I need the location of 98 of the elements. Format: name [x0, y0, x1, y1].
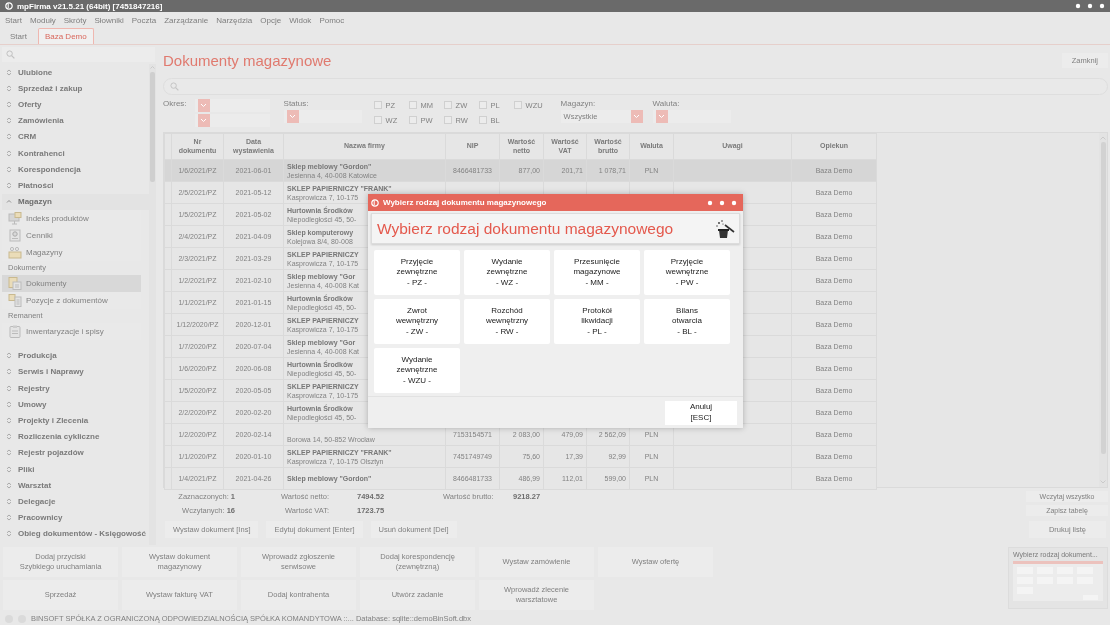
sidebar-section[interactable]: Korespondencja	[2, 161, 149, 178]
sidebar-section[interactable]: Warsztat	[2, 477, 149, 494]
expand-icon	[6, 352, 12, 360]
magic-hat-icon	[715, 218, 735, 239]
expand-icon	[6, 384, 12, 392]
search-field[interactable]	[2, 47, 155, 62]
sidebar-section[interactable]: Umowy	[2, 396, 149, 413]
currency-dropdown[interactable]	[652, 110, 731, 123]
menu-item[interactable]: Zarządzanie	[164, 15, 209, 25]
expand-icon	[6, 68, 12, 76]
filter-label: Waluta:	[652, 99, 681, 108]
expand-icon	[6, 514, 12, 522]
expand-icon	[6, 181, 12, 189]
sidebar-section[interactable]: Płatności	[2, 177, 149, 194]
caret-icon	[200, 118, 208, 123]
sidebar-section[interactable]: Pracownicy	[2, 509, 149, 526]
more-icon[interactable]	[707, 199, 737, 206]
search-icon	[6, 50, 15, 59]
sidebar-section[interactable]: Obieg dokumentów - Księgowość	[2, 525, 149, 542]
menu-item[interactable]: Moduły	[29, 15, 56, 25]
filter-label: Status:	[283, 99, 310, 108]
expand-icon	[6, 149, 12, 157]
sidebar-item[interactable]: Dokumenty	[2, 274, 141, 292]
expand-icon	[6, 530, 12, 538]
app-logo-icon	[5, 2, 13, 10]
document-type-button[interactable]: Przyjęcie zewnętrzne - PZ -	[374, 250, 460, 295]
sidebar-section[interactable]: Pliki	[2, 461, 149, 478]
expand-icon	[6, 417, 12, 425]
search-icon	[170, 82, 179, 91]
sidebar-section[interactable]: Rozliczenia cykliczne	[2, 428, 149, 445]
cancel-button[interactable]: Anuluj [ESC]	[665, 400, 737, 425]
sidebar-section[interactable]: Delegacje	[2, 493, 149, 510]
dialog-heading: Wybierz rodzaj dokumentu magazynowego	[377, 219, 674, 238]
expand-icon	[6, 100, 12, 108]
menu-item[interactable]: Poczta	[131, 15, 157, 25]
expand-icon	[6, 400, 12, 408]
boxes-icon	[8, 245, 22, 259]
sidebar-section[interactable]: Projekty i Zlecenia	[2, 412, 149, 429]
document-type-button[interactable]: Wydanie zewnętrzne - WZ -	[464, 250, 550, 295]
expand-icon	[6, 465, 12, 473]
sidebar-section[interactable]: Rejestry	[2, 380, 149, 397]
expand-icon	[6, 497, 12, 505]
document-type-button[interactable]: Protokół likwidacji - PL -	[554, 299, 640, 344]
expand-icon	[6, 165, 12, 173]
sidebar-section[interactable]: Zamówienia	[2, 112, 149, 129]
document-type-button[interactable]: Rozchód wewnętrzny - RW -	[464, 299, 550, 344]
caret-icon	[289, 114, 297, 119]
menu-item[interactable]: Narzędzia	[216, 15, 253, 25]
scrollbar[interactable]	[149, 64, 156, 545]
sidebar-section[interactable]: Oferty	[2, 96, 149, 113]
filter-label: Magazyn:	[560, 99, 597, 108]
sidebar-section[interactable]: Ulubione	[2, 64, 149, 81]
sidebar-section[interactable]: Rejestr pojazdów	[2, 444, 149, 461]
menu-item[interactable]: Pomoc	[319, 15, 345, 25]
document-list-icon	[8, 293, 22, 307]
document-type-button[interactable]: Bilans otwarcia - BL -	[644, 299, 730, 344]
document-type-button[interactable]: Zwrot wewnętrzny - ZW -	[374, 299, 460, 344]
caret-icon	[200, 103, 208, 108]
caret-icon	[658, 114, 666, 119]
expand-icon	[6, 449, 12, 457]
monitor-icon	[8, 211, 22, 225]
collapse-icon	[6, 198, 12, 206]
menu-item[interactable]: Słowniki	[94, 15, 124, 25]
sidebar-section[interactable]: Magazyn	[2, 193, 149, 210]
sidebar-section[interactable]: Sprzedaż i zakup	[2, 80, 149, 97]
menu-item[interactable]: Start	[5, 15, 22, 25]
expand-icon	[6, 133, 12, 141]
expand-icon	[6, 433, 12, 441]
dialog-title: Wybierz rodzaj dokumentu magazynowego	[383, 198, 548, 207]
expand-icon	[6, 117, 12, 125]
expand-icon	[6, 368, 12, 376]
date-dropdown[interactable]	[194, 114, 270, 127]
more-icon[interactable]	[1075, 3, 1105, 9]
app-logo-icon	[371, 198, 379, 207]
expand-icon	[6, 84, 12, 92]
menu-item[interactable]: Skróty	[63, 15, 87, 25]
document-type-button[interactable]: Przesunięcie magazynowe - MM -	[554, 250, 640, 295]
price-list-icon	[8, 228, 22, 242]
document-icon	[8, 276, 22, 290]
filter-label: Okres:	[163, 99, 187, 108]
expand-icon	[6, 481, 12, 489]
sidebar-section[interactable]: Serwis i Naprawy	[2, 363, 149, 381]
date-dropdown[interactable]	[194, 99, 270, 112]
caret-icon	[633, 114, 641, 119]
tab[interactable]: Baza Demo	[37, 28, 94, 44]
sidebar-section[interactable]: Produkcja	[2, 347, 149, 364]
menu-item[interactable]: Opcje	[260, 15, 282, 25]
document-type-button[interactable]: Przyjęcie wewnętrzne - PW -	[644, 250, 730, 295]
page-title: Dokumenty magazynowe	[163, 51, 332, 69]
status-dropdown[interactable]	[283, 110, 362, 123]
menu-item[interactable]: Widok	[289, 15, 312, 25]
document-type-button[interactable]: Wydanie zewnętrzne - WZU -	[374, 348, 460, 393]
tab[interactable]: Start	[3, 28, 34, 44]
clipboard-icon	[8, 324, 22, 338]
sidebar-section[interactable]: CRM	[2, 128, 149, 145]
window-title: mpFirma v21.5.21 (64bit) [7451847216]	[17, 1, 164, 11]
search-field[interactable]	[163, 78, 1108, 95]
sidebar-section[interactable]: Kontrahenci	[2, 144, 149, 162]
